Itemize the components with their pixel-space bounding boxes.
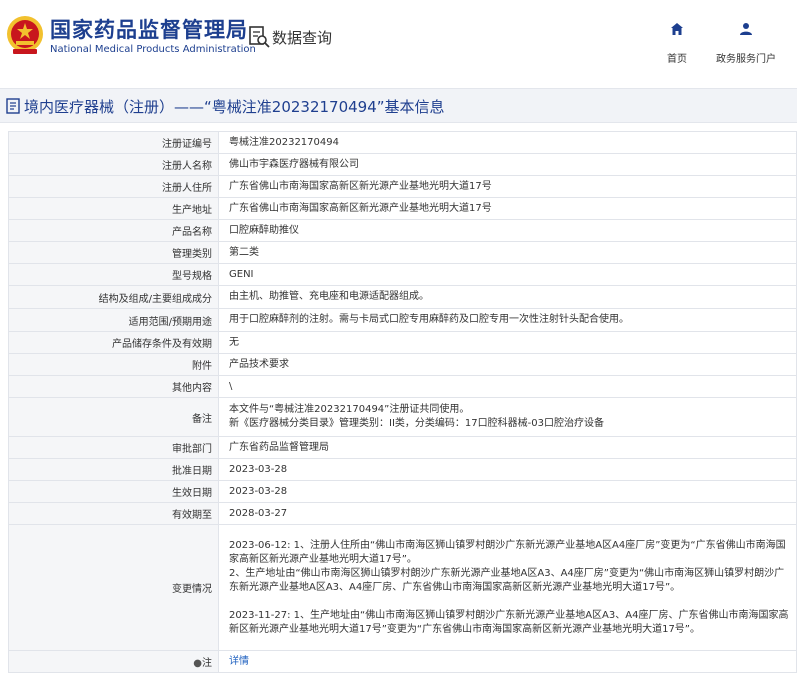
change-history-line: 2、生产地址由“佛山市南海区狮山镇罗村朗沙广东新光源产业基地A区A3、A4座厂房… xyxy=(229,567,785,593)
table-row: 生效日期 2023-03-28 xyxy=(8,480,797,503)
field-value-approval-dept: 广东省药品监督管理局 xyxy=(218,436,797,459)
note-value-cell: 详情 xyxy=(218,650,797,673)
field-value-remarks: 本文件与“粤械注准20232170494”注册证共同使用。 新《医疗器械分类目录… xyxy=(218,397,797,437)
change-history-line: 2023-06-12: 1、注册人住所由“佛山市南海区狮山镇罗村朗沙广东新光源产… xyxy=(229,539,786,565)
page-title-bar: 境内医疗器械（注册）——“粤械注准20232170494”基本信息 xyxy=(0,88,797,123)
pin-icon: ● xyxy=(193,658,202,669)
change-history-line: 2023-11-27: 1、生产地址由“佛山市南海区狮山镇罗村朗沙广东新光源产业… xyxy=(229,609,789,635)
field-label: 生产地址 xyxy=(8,197,219,220)
database-title: 数据查询 xyxy=(272,29,333,47)
field-value-change-history: 2023-06-12: 1、注册人住所由“佛山市南海区狮山镇罗村朗沙广东新光源产… xyxy=(218,524,797,651)
table-row: 审批部门 广东省药品监督管理局 xyxy=(8,436,797,459)
table-row: 型号规格 GENI xyxy=(8,263,797,286)
agency-name-en: National Medical Products Administration xyxy=(50,44,256,55)
field-value-management-category: 第二类 xyxy=(218,241,797,264)
change-history-line xyxy=(229,595,790,609)
nav-service-portal-label: 政务服务门户 xyxy=(716,54,776,65)
field-label: 审批部门 xyxy=(8,436,219,459)
table-row: 有效期至 2028-03-27 xyxy=(8,502,797,525)
table-row: 适用范围/预期用途 用于口腔麻醉剂的注射。需与卡局式口腔专用麻醉药及口腔专用一次… xyxy=(8,308,797,332)
table-row: 注册人名称 佛山市宇森医疗器械有限公司 xyxy=(8,153,797,176)
field-label: 适用范围/预期用途 xyxy=(8,308,219,332)
field-label: 有效期至 xyxy=(8,502,219,525)
national-emblem-icon xyxy=(7,16,43,54)
table-row: 注册人住所 广东省佛山市南海国家高新区新光源产业基地光明大道17号 xyxy=(8,175,797,198)
details-link[interactable]: 详情 xyxy=(229,656,249,667)
field-value-attachment: 产品技术要求 xyxy=(218,353,797,376)
table-row: 变更情况 2023-06-12: 1、注册人住所由“佛山市南海区狮山镇罗村朗沙广… xyxy=(8,524,797,651)
table-row: 备注 本文件与“粤械注准20232170494”注册证共同使用。 新《医疗器械分… xyxy=(8,397,797,437)
field-value-registration-number: 粤械注准20232170494 xyxy=(218,131,797,154)
field-label: 型号规格 xyxy=(8,263,219,286)
table-row: 附件 产品技术要求 xyxy=(8,353,797,376)
document-icon xyxy=(6,98,20,114)
field-label: 注 xyxy=(202,658,212,669)
field-label: 备注 xyxy=(8,397,219,437)
table-row: 生产地址 广东省佛山市南海国家高新区新光源产业基地光明大道17号 xyxy=(8,197,797,220)
site-header: 国家药品监督管理局 National Medical Products Admi… xyxy=(0,0,797,82)
field-label: 注册证编号 xyxy=(8,131,219,154)
field-value-expiry-date: 2028-03-27 xyxy=(218,502,797,525)
page-title: 境内医疗器械（注册）——“粤械注准20232170494”基本信息 xyxy=(24,98,445,116)
database-search-icon xyxy=(249,26,270,48)
field-value-structure: 由主机、助推管、充电座和电源适配器组成。 xyxy=(218,285,797,309)
field-label: 批准日期 xyxy=(8,458,219,481)
nav-home-label: 首页 xyxy=(667,54,687,65)
field-label: 附件 xyxy=(8,353,219,376)
remarks-line: 本文件与“粤械注准20232170494”注册证共同使用。 xyxy=(229,404,470,415)
table-row: 其他内容 \ xyxy=(8,375,797,398)
table-row: ●注 详情 xyxy=(8,650,797,673)
table-row: 产品名称 口腔麻醉助推仪 xyxy=(8,219,797,242)
field-value-registrant-name: 佛山市宇森医疗器械有限公司 xyxy=(218,153,797,176)
field-value-approval-date: 2023-03-28 xyxy=(218,458,797,481)
field-value-registrant-address: 广东省佛山市南海国家高新区新光源产业基地光明大道17号 xyxy=(218,175,797,198)
field-label: 变更情况 xyxy=(8,524,219,651)
home-icon xyxy=(671,23,683,35)
field-label: 生效日期 xyxy=(8,480,219,503)
field-value-storage: 无 xyxy=(218,331,797,354)
field-value-other: \ xyxy=(218,375,797,398)
user-icon xyxy=(740,23,752,35)
field-label: 管理类别 xyxy=(8,241,219,264)
table-row: 管理类别 第二类 xyxy=(8,241,797,264)
field-value-product-name: 口腔麻醉助推仪 xyxy=(218,219,797,242)
field-label: 注册人住所 xyxy=(8,175,219,198)
registration-detail-table: 注册证编号 粤械注准20232170494 注册人名称 佛山市宇森医疗器械有限公… xyxy=(8,131,797,673)
note-label-cell: ●注 xyxy=(8,650,219,673)
field-value-model-spec: GENI xyxy=(218,263,797,286)
table-row: 注册证编号 粤械注准20232170494 xyxy=(8,131,797,154)
field-label: 产品储存条件及有效期 xyxy=(8,331,219,354)
nav-service-portal[interactable]: 政务服务门户 xyxy=(708,22,784,68)
field-value-effective-date: 2023-03-28 xyxy=(218,480,797,503)
field-label: 注册人名称 xyxy=(8,153,219,176)
table-row: 批准日期 2023-03-28 xyxy=(8,458,797,481)
table-row: 产品储存条件及有效期 无 xyxy=(8,331,797,354)
nav-home[interactable]: 首页 xyxy=(655,22,699,68)
table-row: 结构及组成/主要组成成分 由主机、助推管、充电座和电源适配器组成。 xyxy=(8,285,797,309)
field-label: 其他内容 xyxy=(8,375,219,398)
field-label: 结构及组成/主要组成成分 xyxy=(8,285,219,309)
agency-name-cn: 国家药品监督管理局 xyxy=(50,18,248,42)
remarks-line: 新《医疗器械分类目录》管理类别：II类，分类编码：17口腔科器械-03口腔治疗设… xyxy=(229,418,604,429)
field-label: 产品名称 xyxy=(8,219,219,242)
field-value-production-address: 广东省佛山市南海国家高新区新光源产业基地光明大道17号 xyxy=(218,197,797,220)
field-value-intended-use: 用于口腔麻醉剂的注射。需与卡局式口腔专用麻醉药及口腔专用一次性注射针头配合使用。 xyxy=(218,308,797,332)
